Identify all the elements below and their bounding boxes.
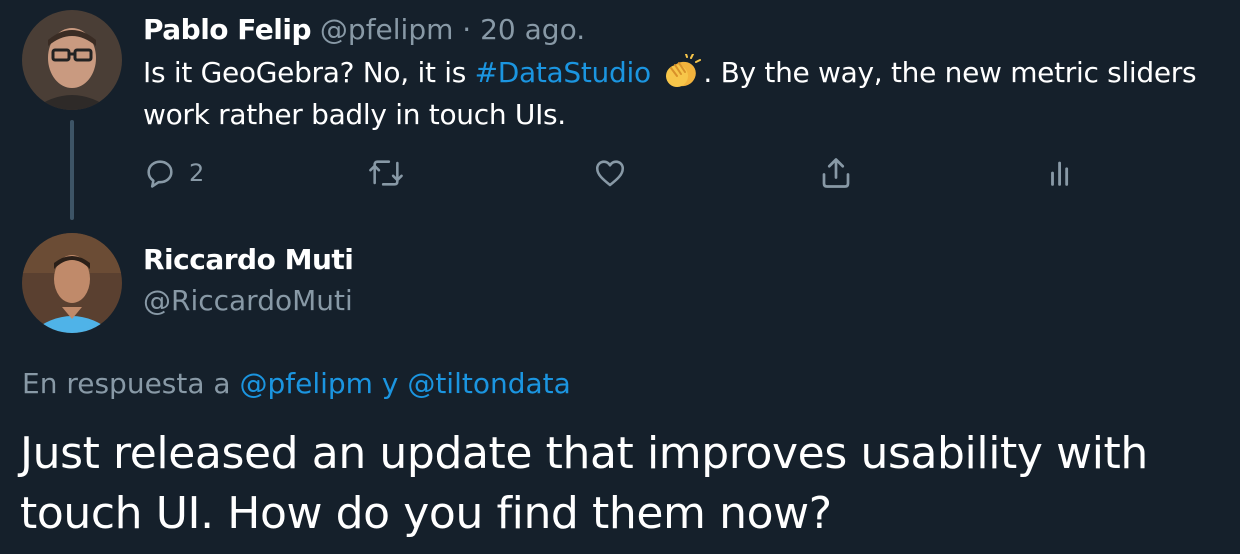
retweet-button[interactable] xyxy=(366,150,406,196)
reply-button[interactable]: 2 xyxy=(143,150,204,196)
reply-count: 2 xyxy=(189,159,205,187)
hashtag-link[interactable]: #DataStudio xyxy=(475,56,652,89)
tweet-date[interactable]: 20 ago. xyxy=(480,13,585,46)
reply-author-name[interactable]: Riccardo Muti xyxy=(143,240,354,280)
like-button[interactable] xyxy=(592,150,628,196)
reply-text: Just released an update that improves us… xyxy=(20,428,1148,539)
avatar-image xyxy=(22,233,122,333)
in-reply-prefix: En respuesta a xyxy=(22,367,240,400)
tweet-text: Is it GeoGebra? No, it is #DataStudio . … xyxy=(143,52,1238,136)
tweet-header: Pablo Felip @pfelipm · 20 ago. xyxy=(143,10,585,50)
avatar-riccardo-muti[interactable] xyxy=(22,233,122,333)
thread-line xyxy=(70,120,74,220)
in-reply-mentions[interactable]: @pfelipm y @tiltondata xyxy=(239,367,570,400)
avatar-image xyxy=(22,10,122,110)
reply-icon xyxy=(147,160,173,188)
analytics-button[interactable] xyxy=(1044,150,1078,196)
header-separator: · xyxy=(462,13,472,46)
author-handle[interactable]: @pfelipm xyxy=(320,13,453,46)
analytics-icon xyxy=(1051,161,1069,186)
avatar-pablo-felip[interactable] xyxy=(22,10,122,110)
reply-author-name-text: Riccardo Muti xyxy=(143,243,354,276)
author-name[interactable]: Pablo Felip xyxy=(143,13,312,46)
in-reply-to: En respuesta a @pfelipm y @tiltondata xyxy=(22,364,571,404)
heart-icon xyxy=(595,160,625,187)
retweet-icon xyxy=(369,160,403,186)
share-button[interactable] xyxy=(818,150,854,196)
share-icon xyxy=(822,158,850,188)
reply-author-handle[interactable]: @RiccardoMuti xyxy=(143,281,353,321)
clapping-hands-emoji xyxy=(661,53,702,90)
tweet-text-start: Is it GeoGebra? No, it is xyxy=(143,56,475,89)
